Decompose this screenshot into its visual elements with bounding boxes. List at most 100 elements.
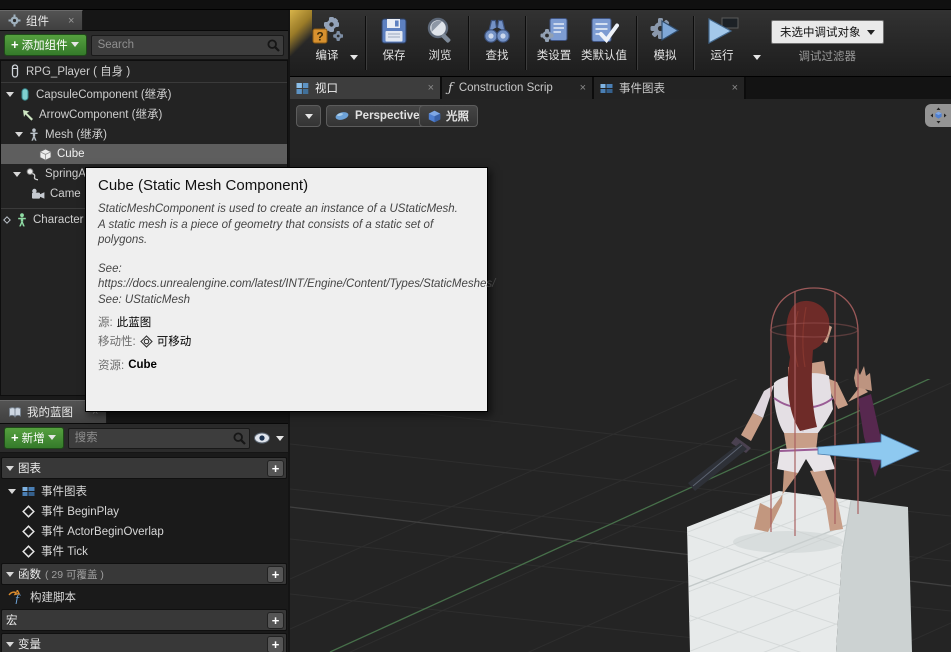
expander-icon[interactable] <box>13 172 21 177</box>
capsule-icon <box>19 88 31 101</box>
play-label: 运行 <box>711 47 734 63</box>
add-function-button[interactable]: + <box>267 566 284 583</box>
lit-mode-button[interactable]: 光照 <box>419 105 478 127</box>
maximize-icon <box>930 107 947 124</box>
class-settings-icon <box>539 16 569 46</box>
tree-row-mesh[interactable]: Mesh (继承) <box>1 124 287 144</box>
tooltip-asset-value: Cube <box>128 359 157 371</box>
add-component-button[interactable]: + 添加组件 <box>4 34 87 56</box>
find-button[interactable]: 查找 <box>474 14 520 65</box>
component-tooltip: Cube (Static Mesh Component) StaticMeshC… <box>85 167 488 412</box>
tree-row-label: RPG_Player ( 自身 ) <box>26 63 130 79</box>
save-floppy-icon <box>379 16 409 46</box>
arrow-icon <box>21 108 34 121</box>
expander-icon[interactable] <box>6 572 14 577</box>
close-icon[interactable]: × <box>428 82 434 94</box>
components-icon <box>8 14 21 27</box>
expander-icon[interactable] <box>6 466 14 471</box>
my-blueprint-list: 图表 + 事件图表 事件 BeginPlay <box>0 453 288 652</box>
macros-header-label: 宏 <box>6 612 18 628</box>
event-actorbeginoverlap-item[interactable]: 事件 ActorBeginOverlap <box>0 521 288 541</box>
my-blueprint-search <box>68 428 250 449</box>
tree-row-capsule-component[interactable]: CapsuleComponent (继承) <box>1 84 287 104</box>
tab-components[interactable]: 组件 × <box>0 10 83 30</box>
close-icon[interactable]: × <box>732 82 738 94</box>
close-icon[interactable]: × <box>68 15 74 27</box>
my-blueprint-search-input[interactable] <box>68 428 250 449</box>
event-label: 事件 Tick <box>41 543 88 559</box>
class-settings-button[interactable]: 类设置 <box>531 14 577 65</box>
event-diamond-icon <box>22 545 35 558</box>
debug-object-dropdown[interactable]: 未选中调试对象 <box>771 20 884 44</box>
graphs-header-label: 图表 <box>18 460 41 476</box>
search-icon <box>233 432 246 445</box>
lit-cube-icon <box>428 110 441 123</box>
event-beginplay-item[interactable]: 事件 BeginPlay <box>0 501 288 521</box>
save-button[interactable]: 保存 <box>371 14 417 65</box>
divider <box>1 82 287 83</box>
browse-label: 浏览 <box>429 47 452 63</box>
plus-icon: + <box>11 431 19 444</box>
divider <box>468 16 469 70</box>
maximize-viewport-button[interactable] <box>925 104 951 127</box>
visibility-eye-icon[interactable] <box>254 432 272 444</box>
tooltip-see-link: See: https://docs.unrealengine.com/lates… <box>98 262 475 293</box>
skeletal-mesh-icon <box>28 128 40 141</box>
blueprint-editor-window: 组件 × + 添加组件 <box>0 0 951 652</box>
expander-icon[interactable] <box>6 642 14 647</box>
lit-mode-label: 光照 <box>446 108 469 124</box>
divider <box>636 16 637 70</box>
simulate-button[interactable]: 模拟 <box>642 14 688 65</box>
graphs-section-header[interactable]: 图表 + <box>1 457 287 479</box>
play-options-chevron-icon[interactable] <box>753 55 761 60</box>
perspective-label: Perspective <box>355 110 420 122</box>
tree-row-label: Character <box>33 214 84 226</box>
tree-row-label: ArrowComponent (继承) <box>39 106 162 122</box>
construction-script-item[interactable]: f 构建脚本 <box>0 587 288 607</box>
expander-icon[interactable] <box>15 132 23 137</box>
tree-row-rpg-player[interactable]: RPG_Player ( 自身 ) <box>1 61 287 81</box>
find-binoculars-icon <box>482 16 512 46</box>
chevron-down-icon[interactable] <box>276 436 284 441</box>
debug-filter-group: 未选中调试对象 调试过滤器 <box>771 14 884 64</box>
components-toolbar: + 添加组件 <box>0 31 288 60</box>
character-shadow <box>733 531 843 553</box>
variables-section-header[interactable]: 变量 + <box>1 633 287 652</box>
event-diamond-icon <box>22 525 35 538</box>
play-button[interactable]: 运行 <box>699 14 745 65</box>
tab-event-graph-label: 事件图表 <box>619 80 665 96</box>
tree-row-label: SpringA <box>45 168 86 180</box>
macros-section-header[interactable]: 宏 + <box>1 609 287 631</box>
add-graph-button[interactable]: + <box>267 460 284 477</box>
close-icon[interactable]: × <box>580 82 586 94</box>
functions-section-header[interactable]: 函数 ( 29 可覆盖 ) + <box>1 563 287 585</box>
tab-construction-script-label: Construction Scrip <box>459 82 553 94</box>
character-icon <box>16 213 28 227</box>
tab-construction-script[interactable]: ƒ Construction Scrip × <box>442 77 594 99</box>
expander-icon[interactable] <box>6 92 14 97</box>
tree-row-cube[interactable]: Cube <box>1 144 287 164</box>
browse-button[interactable]: 浏览 <box>417 14 463 65</box>
compile-label: 编译 <box>316 47 339 63</box>
viewport-options-button[interactable] <box>296 105 321 127</box>
blueprint-toolbar: ? 编译 保存 浏览 <box>290 10 951 77</box>
expander-icon[interactable] <box>8 489 16 494</box>
my-blueprint-panel: 我的蓝图 × + 新增 <box>0 400 288 652</box>
tree-row-label: Mesh (继承) <box>45 126 107 142</box>
add-macro-button[interactable]: + <box>267 612 284 629</box>
browse-magnifier-icon <box>425 16 455 46</box>
class-defaults-button[interactable]: 类默认值 <box>577 14 631 65</box>
compile-options-chevron-icon[interactable] <box>350 55 358 60</box>
add-variable-button[interactable]: + <box>267 636 284 652</box>
tree-row-arrow-component[interactable]: ArrowComponent (继承) <box>1 104 287 124</box>
tab-viewport[interactable]: 视口 × <box>290 77 442 99</box>
add-new-button[interactable]: + 新增 <box>4 427 64 449</box>
perspective-button[interactable]: Perspective <box>326 105 429 127</box>
event-graph-item[interactable]: 事件图表 <box>0 481 288 501</box>
tooltip-title: Cube (Static Mesh Component) <box>98 177 475 194</box>
components-search-input[interactable] <box>91 35 284 56</box>
tab-event-graph[interactable]: 事件图表 × <box>594 77 746 99</box>
static-mesh-icon <box>39 148 52 161</box>
event-tick-item[interactable]: 事件 Tick <box>0 541 288 561</box>
tooltip-source-value: 此蓝图 <box>117 314 152 330</box>
